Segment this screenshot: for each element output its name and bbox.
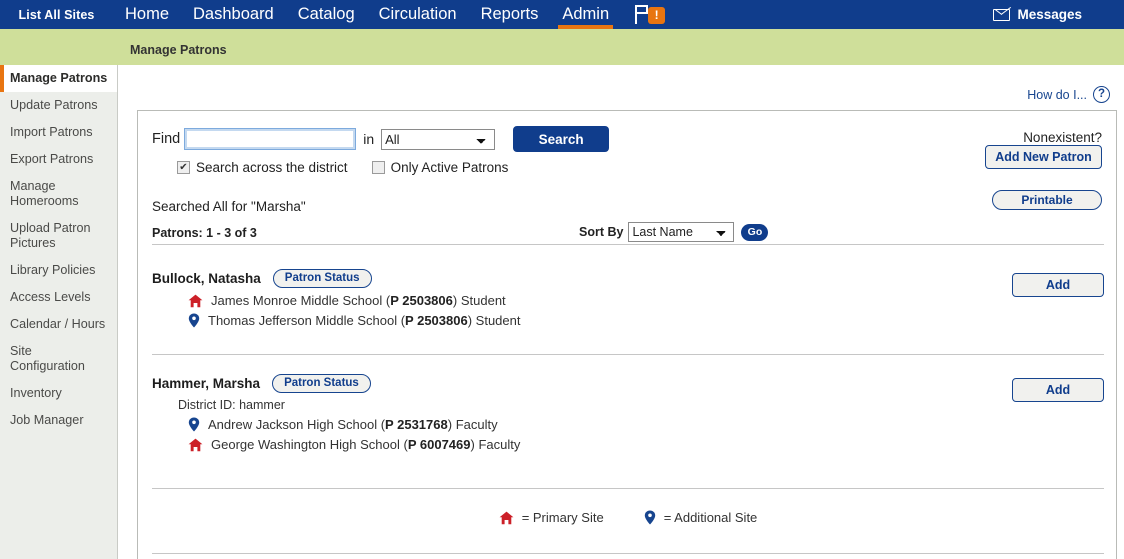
how-do-i-link[interactable]: How do I... ?: [1027, 86, 1110, 103]
sort-by-select[interactable]: Last Name: [628, 222, 735, 242]
add-new-patron-button[interactable]: Add New Patron: [985, 145, 1102, 169]
site-role: Faculty: [478, 437, 521, 452]
site-role: Faculty: [455, 417, 498, 432]
search-button[interactable]: Search: [513, 126, 610, 152]
flag-icon: !: [635, 4, 669, 26]
site-role: Student: [460, 293, 506, 308]
in-label: in: [363, 131, 375, 147]
sidebar-item-manage-patrons[interactable]: Manage Patrons: [0, 65, 117, 92]
search-options-row: ✔ Search across the district Only Active…: [177, 160, 508, 175]
home-icon: [188, 294, 203, 308]
find-label: Find: [152, 131, 181, 147]
sidebar-item-site-configuration[interactable]: Site Configuration: [0, 338, 117, 380]
flag-cloth: [637, 4, 649, 14]
patron-site: James Monroe Middle School (P 2503806) S…: [188, 293, 1104, 308]
sidebar-item-upload-patron-pictures[interactable]: Upload Patron Pictures: [0, 215, 117, 257]
search-across-district-checkbox[interactable]: ✔: [177, 161, 190, 174]
nav-item-dashboard[interactable]: Dashboard: [181, 0, 286, 29]
sidebar-item-manage-homerooms[interactable]: Manage Homerooms: [0, 173, 117, 215]
nav-item-circulation[interactable]: Circulation: [367, 0, 469, 29]
site-school: Thomas Jefferson Middle School: [208, 313, 398, 328]
site-barcode: P 2503806: [390, 293, 453, 308]
legend-bottom-divider: [152, 553, 1104, 554]
messages-button[interactable]: Messages: [993, 0, 1082, 29]
patron-name: Bullock, Natasha: [152, 271, 261, 286]
patron-site: Thomas Jefferson Middle School (P 250380…: [188, 313, 1104, 328]
map-pin-icon: [188, 313, 200, 328]
sidebar-item-export-patrons[interactable]: Export Patrons: [0, 146, 117, 173]
nonexistent-label: Nonexistent?: [1023, 130, 1102, 145]
patron-header: Hammer, Marsha Patron Status Add: [152, 374, 1104, 402]
legend-additional: = Additional Site: [644, 510, 758, 525]
envelope-icon: [993, 8, 1011, 21]
site-role: Student: [475, 313, 521, 328]
patron-site-text: James Monroe Middle School (P 2503806) S…: [211, 293, 506, 308]
patron-status-button[interactable]: Patron Status: [272, 374, 371, 393]
patron-divider: [152, 354, 1104, 355]
sort-row: Sort By Last Name Go: [579, 222, 769, 242]
patron-header: Bullock, Natasha Patron Status Add: [152, 269, 1104, 297]
legend-additional-label: = Additional Site: [663, 510, 758, 525]
home-icon: [499, 511, 514, 525]
patron-site: George Washington High School (P 6007469…: [188, 437, 1104, 452]
main-content-panel: Find in All Search ✔ Search across the d…: [137, 110, 1117, 559]
patron-status-button[interactable]: Patron Status: [272, 269, 372, 288]
patron-row: Bullock, Natasha Patron Status Add James…: [152, 269, 1104, 328]
go-button[interactable]: Go: [741, 223, 769, 241]
sort-by-label: Sort By: [579, 225, 624, 239]
add-patron-button[interactable]: Add: [1012, 273, 1104, 297]
site-type-legend: = Primary Site = Additional Site: [138, 510, 1118, 525]
search-scope-select[interactable]: All: [381, 128, 496, 150]
site-barcode: P 2531768: [385, 417, 448, 432]
sidebar-item-update-patrons[interactable]: Update Patrons: [0, 92, 117, 119]
nav-item-catalog[interactable]: Catalog: [286, 0, 367, 29]
site-barcode: P 2503806: [405, 313, 468, 328]
sidebar-item-import-patrons[interactable]: Import Patrons: [0, 119, 117, 146]
patron-site: Andrew Jackson High School (P 2531768) F…: [188, 417, 1104, 432]
sidebar-item-library-policies[interactable]: Library Policies: [0, 257, 117, 284]
messages-label: Messages: [1017, 7, 1082, 22]
only-active-patrons-label[interactable]: Only Active Patrons: [391, 160, 509, 175]
searched-summary: Searched All for "Marsha": [152, 199, 306, 214]
legend-primary-label: = Primary Site: [521, 510, 604, 525]
nav-item-reports[interactable]: Reports: [469, 0, 551, 29]
nav-item-admin[interactable]: Admin: [550, 0, 621, 29]
results-top-divider: [152, 244, 1104, 245]
patron-site-text: Thomas Jefferson Middle School (P 250380…: [208, 313, 521, 328]
search-row: Find in All Search: [152, 126, 610, 152]
only-active-patrons-checkbox[interactable]: [371, 161, 385, 174]
flag-alert-button[interactable]: !: [621, 0, 679, 29]
sidebar: Manage Patrons Update Patrons Import Pat…: [0, 65, 118, 559]
patron-name: Hammer, Marsha: [152, 376, 261, 391]
site-school: George Washington High School: [211, 437, 400, 452]
sidebar-item-inventory[interactable]: Inventory: [0, 380, 117, 407]
map-pin-icon: [644, 510, 656, 525]
patron-district-id: District ID: hammer: [178, 398, 285, 412]
sidebar-item-calendar-hours[interactable]: Calendar / Hours: [0, 311, 117, 338]
printable-button[interactable]: Printable: [992, 190, 1102, 210]
home-icon: [188, 438, 203, 452]
breadcrumb[interactable]: Manage Patrons: [130, 43, 227, 57]
top-navigation-bar: List All Sites Home Dashboard Catalog Ci…: [0, 0, 1124, 29]
patron-row: Hammer, Marsha Patron Status Add Distric…: [152, 374, 1104, 452]
site-school: James Monroe Middle School: [211, 293, 383, 308]
search-across-district-label[interactable]: Search across the district: [196, 160, 348, 175]
search-input[interactable]: [184, 128, 357, 150]
add-patron-button[interactable]: Add: [1012, 378, 1104, 402]
site-barcode: P 6007469: [407, 437, 471, 452]
sidebar-item-access-levels[interactable]: Access Levels: [0, 284, 117, 311]
sidebar-item-job-manager[interactable]: Job Manager: [0, 407, 117, 434]
patron-site-text: George Washington High School (P 6007469…: [211, 437, 521, 452]
nav-item-home[interactable]: Home: [113, 0, 181, 29]
site-selector-button[interactable]: List All Sites: [0, 0, 113, 29]
alert-badge: !: [648, 6, 666, 24]
legend-primary: = Primary Site: [499, 510, 604, 525]
map-pin-icon: [188, 417, 200, 432]
site-school: Andrew Jackson High School: [208, 417, 378, 432]
patron-count: Patrons: 1 - 3 of 3: [152, 226, 257, 240]
question-mark-icon[interactable]: ?: [1093, 86, 1110, 103]
results-bottom-divider: [152, 488, 1104, 489]
patron-site-text: Andrew Jackson High School (P 2531768) F…: [208, 417, 498, 432]
how-do-i-label: How do I...: [1027, 87, 1087, 102]
